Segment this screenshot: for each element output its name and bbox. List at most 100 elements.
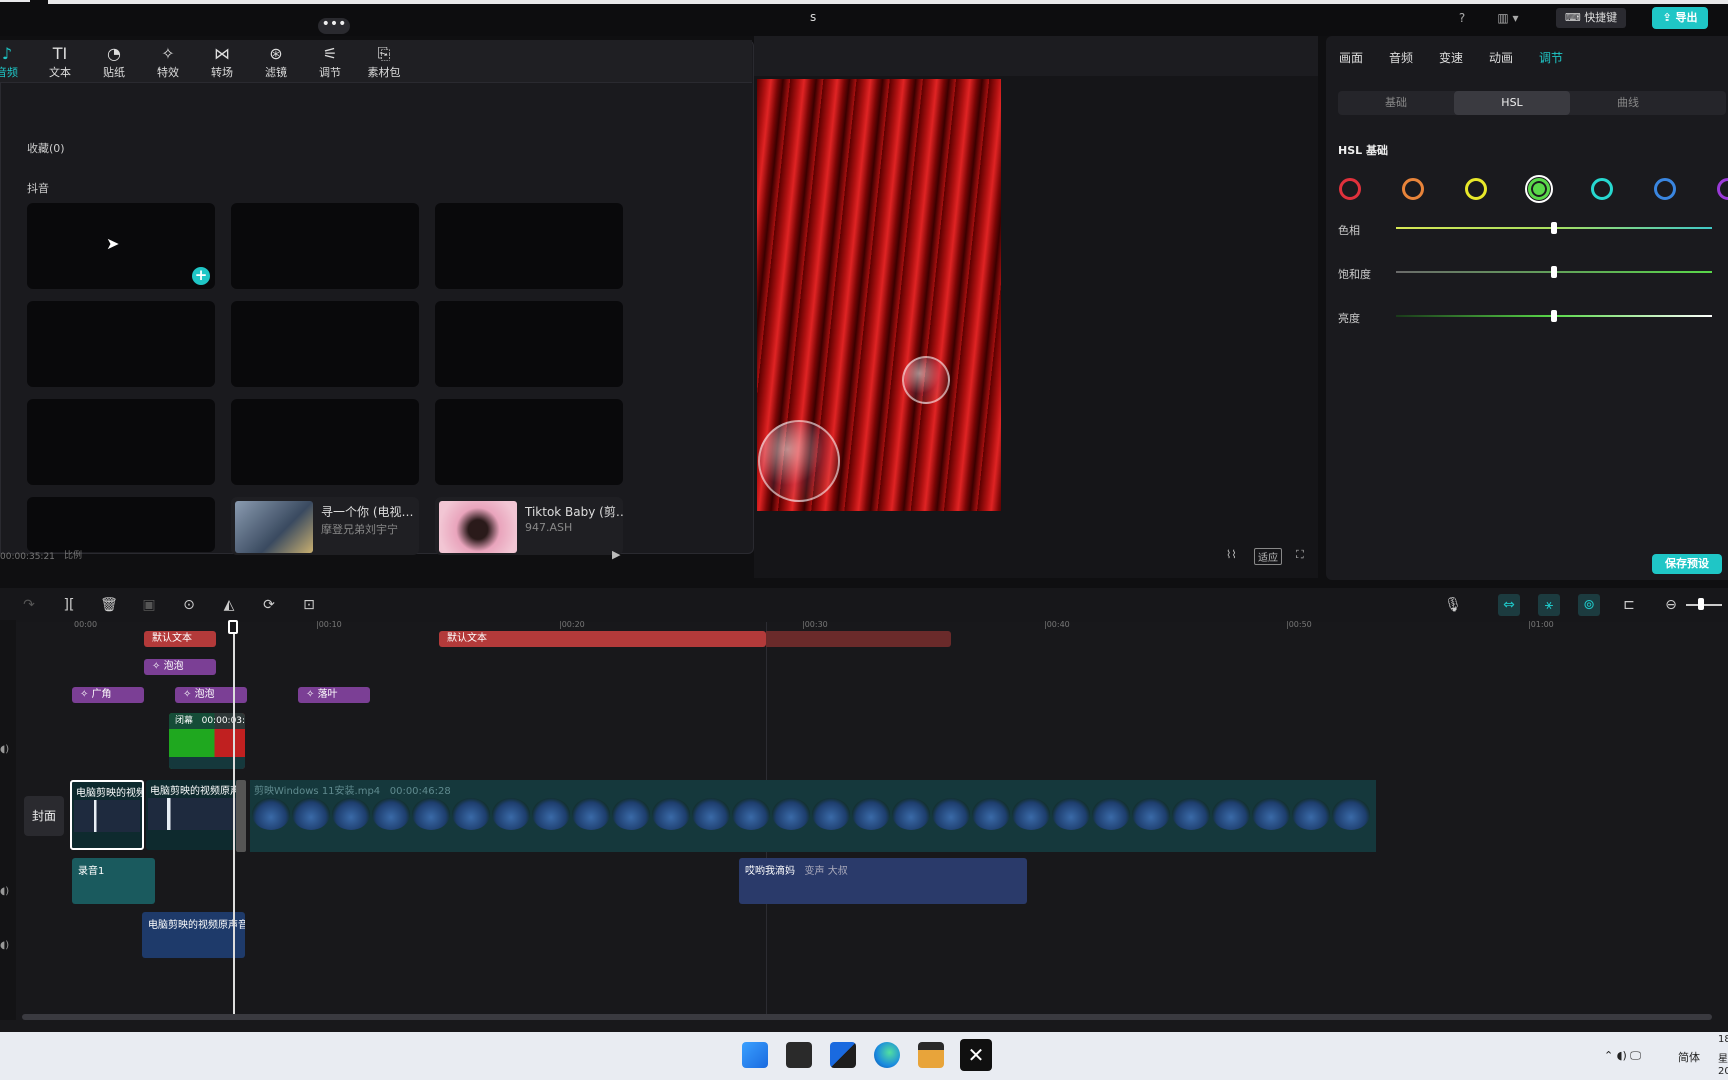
music-tile[interactable] (27, 399, 215, 485)
capcut-icon[interactable]: ✕ (960, 1039, 992, 1071)
rotate-icon[interactable]: ⟳ (258, 594, 280, 616)
tool-effects[interactable]: ✧ 特效 (145, 44, 191, 80)
hsl-color-swatch[interactable] (1339, 178, 1361, 200)
hsl-color-swatch[interactable] (1591, 178, 1613, 200)
edge-icon[interactable] (874, 1042, 900, 1068)
more-options-button[interactable]: ••• (318, 17, 350, 34)
system-tray-icons[interactable]: ⌃ ◖) 🖵 (1604, 1049, 1641, 1063)
track-audio-icon[interactable]: ◖) (0, 940, 9, 951)
hsl-color-swatch[interactable] (1525, 175, 1553, 203)
main-video-filename: 剪映Windows 11安装.mp4 (254, 786, 381, 797)
audio-clip-voice[interactable]: 哎哟我滴妈 变声 大叔 (739, 858, 1027, 904)
delete-icon[interactable]: 🗑 (98, 594, 120, 616)
tool-audio[interactable]: ♪ 音频 (0, 44, 30, 80)
clock[interactable]: 18 (1718, 1034, 1728, 1045)
input-language[interactable]: 简体 (1678, 1049, 1700, 1065)
store-icon[interactable] (918, 1042, 944, 1068)
playhead[interactable] (233, 620, 235, 1014)
main-track-magnet-icon[interactable]: ⇔ (1498, 594, 1520, 616)
track-audio-icon[interactable]: ◖) (0, 744, 9, 755)
hsl-color-swatch[interactable] (1402, 178, 1424, 200)
shortcut-button[interactable]: ⌨ 快捷键 (1556, 8, 1626, 28)
video-clip[interactable]: 电脑剪映的视频原声 (146, 780, 246, 850)
text-clip[interactable]: 默认文本 (439, 631, 766, 647)
music-icon: ♪ (1, 44, 13, 63)
song-item[interactable]: 寻一个你 (电视… 摩登兄弟刘宇宁 (231, 497, 419, 555)
music-tile[interactable] (435, 203, 623, 289)
add-icon[interactable]: + (192, 267, 210, 285)
play-icon[interactable]: ▶ (612, 548, 620, 561)
freeze-icon[interactable]: ▣ (138, 594, 160, 616)
tab-picture[interactable]: 画面 (1339, 49, 1363, 66)
tool-sticker[interactable]: ◔ 贴纸 (91, 44, 137, 80)
song-item[interactable]: Tiktok Baby (剪… 947.ASH (435, 497, 623, 555)
tab-speed[interactable]: 变速 (1439, 49, 1463, 66)
effect-clip[interactable]: ✧ 落叶 (298, 687, 370, 703)
mirror-icon[interactable]: ◭ (218, 594, 240, 616)
audio-clip-recording[interactable]: 录音1 (72, 858, 155, 904)
save-preset-button[interactable]: 保存预设 (1652, 554, 1722, 574)
hsl-color-swatch[interactable] (1465, 178, 1487, 200)
reverse-icon[interactable]: ⊙ (178, 594, 200, 616)
hue-slider-handle[interactable] (1551, 222, 1557, 234)
tool-transition[interactable]: ⋈ 转场 (199, 44, 245, 80)
layout-icon[interactable]: ▥ ▾ (1490, 9, 1526, 27)
effect-clip[interactable]: ✧ 广角 (72, 687, 144, 703)
tab-adjust[interactable]: 调节 (1539, 49, 1563, 66)
tab-animation[interactable]: 动画 (1489, 49, 1513, 66)
track-audio-icon[interactable]: ◖) (0, 886, 9, 897)
help-icon[interactable]: ? (1452, 9, 1472, 27)
segment-curves[interactable]: 曲线 (1570, 91, 1686, 115)
ruler-tick: 00:00 (74, 620, 98, 629)
audio-clip-original[interactable]: 电脑剪映的视频原声音 (142, 912, 245, 958)
crop-icon[interactable]: ⊡ (298, 594, 320, 616)
brightness-slider-handle[interactable] (1551, 310, 1557, 322)
music-tile[interactable] (27, 497, 215, 552)
saturation-slider-handle[interactable] (1551, 266, 1557, 278)
effect-clip[interactable]: ✧ 泡泡 (144, 659, 216, 675)
segment-basic[interactable]: 基础 (1338, 91, 1454, 115)
video-clip-selected[interactable]: 电脑剪映的视频 (70, 780, 144, 850)
tool-text[interactable]: TI 文本 (37, 44, 83, 80)
music-tile[interactable] (27, 301, 215, 387)
text-clip-overflow[interactable] (766, 631, 951, 647)
tool-filter[interactable]: ⊛ 滤镜 (253, 44, 299, 80)
waveform-icon[interactable]: ⌇⌇ (1226, 548, 1237, 561)
clip-trim-handle[interactable] (236, 780, 246, 852)
playhead-handle[interactable] (228, 620, 238, 634)
zoom-slider-handle[interactable] (1698, 598, 1704, 610)
preview-axis-icon[interactable]: ⊏ (1618, 594, 1640, 616)
export-button[interactable]: ⇪ 导出 (1652, 7, 1708, 29)
split-icon[interactable]: ][ (58, 594, 80, 616)
cover-button[interactable]: 封面 (24, 796, 64, 836)
auto-snap-icon[interactable]: ⚹ (1538, 594, 1560, 616)
widgets-icon[interactable] (830, 1042, 856, 1068)
package-icon: ⎘ (377, 44, 391, 63)
redo-icon[interactable]: ↷ (18, 594, 40, 616)
task-view-icon[interactable] (786, 1042, 812, 1068)
text-clip[interactable]: 默认文本 (144, 631, 216, 647)
music-tile[interactable] (231, 203, 419, 289)
ratio-label[interactable]: 比例 (64, 548, 82, 561)
microphone-icon[interactable]: 🎙 (1442, 594, 1464, 616)
favorites-label[interactable]: 收藏(0) (27, 140, 65, 156)
tool-package[interactable]: ⎘ 素材包 (361, 44, 407, 80)
fit-button[interactable]: 适应 (1254, 548, 1282, 565)
music-tile[interactable] (231, 399, 419, 485)
linkage-icon[interactable]: ⊚ (1578, 594, 1600, 616)
effect-clip[interactable]: ✧ 泡泡 (175, 687, 247, 703)
tool-label: 贴纸 (103, 66, 125, 79)
segment-hsl[interactable]: HSL (1454, 91, 1570, 115)
start-icon[interactable] (742, 1042, 768, 1068)
music-tile[interactable] (27, 203, 215, 289)
music-tile[interactable] (231, 301, 419, 387)
zoom-slider[interactable] (1686, 604, 1722, 606)
tab-audio[interactable]: 音频 (1389, 49, 1413, 66)
timeline-scrollbar[interactable] (22, 1014, 1712, 1020)
music-tile[interactable] (435, 399, 623, 485)
zoom-out-icon[interactable]: ⊖ (1660, 594, 1682, 616)
hsl-color-swatch[interactable] (1654, 178, 1676, 200)
music-tile[interactable] (435, 301, 623, 387)
fullscreen-icon[interactable]: ⛶ (1296, 548, 1304, 562)
tool-adjust[interactable]: ⚟ 调节 (307, 44, 353, 80)
